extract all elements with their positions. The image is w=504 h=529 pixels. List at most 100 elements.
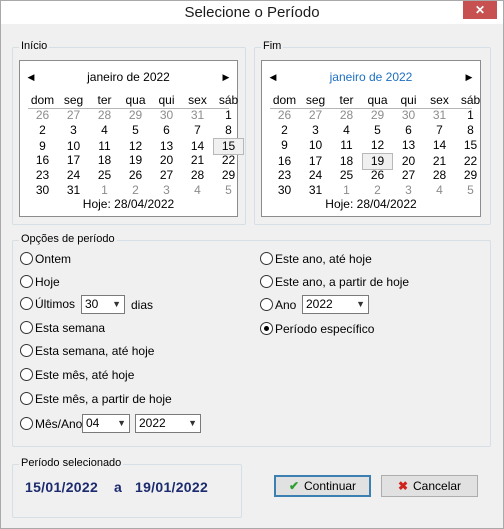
option-este-mes-a-partir[interactable]: Este mês, a partir de hoje (20, 390, 172, 408)
radio-icon[interactable] (20, 344, 33, 357)
close-icon[interactable]: ✕ (463, 1, 497, 19)
day-cell[interactable]: 17 (300, 154, 331, 169)
today-label[interactable]: Hoje: 28/04/2022 (20, 197, 237, 211)
day-cell[interactable]: 5 (455, 183, 486, 198)
next-month-icon[interactable]: ▶ (219, 69, 233, 85)
radio-icon[interactable] (260, 298, 273, 311)
day-cell[interactable]: 20 (393, 154, 424, 169)
option-esta-semana-ate-hoje[interactable]: Esta semana, até hoje (20, 342, 154, 360)
day-cell[interactable]: 18 (331, 154, 362, 169)
day-cell[interactable]: 2 (120, 183, 151, 198)
day-cell[interactable]: 5 (362, 123, 393, 138)
day-cell[interactable]: 25 (331, 168, 362, 183)
radio-icon[interactable] (20, 321, 33, 334)
day-cell[interactable]: 4 (331, 123, 362, 138)
day-cell[interactable]: 31 (58, 183, 89, 198)
day-cell[interactable]: 31 (300, 183, 331, 198)
day-cell[interactable]: 11 (331, 138, 362, 153)
day-cell[interactable]: 25 (89, 168, 120, 183)
day-cell[interactable]: 4 (424, 183, 455, 198)
day-cell[interactable]: 21 (182, 153, 213, 168)
day-cell[interactable]: 10 (58, 139, 89, 154)
day-cell[interactable]: 29 (455, 168, 486, 183)
day-cell[interactable]: 28 (182, 168, 213, 183)
day-cell[interactable]: 2 (269, 123, 300, 138)
day-cell[interactable]: 31 (182, 108, 213, 123)
day-cell[interactable]: 1 (455, 108, 486, 123)
day-cell[interactable]: 17 (58, 153, 89, 168)
option-este-mes-ate-hoje[interactable]: Este mês, até hoje (20, 366, 134, 384)
day-cell[interactable]: 16 (269, 154, 300, 169)
day-cell[interactable]: 15 (455, 138, 486, 153)
day-cell[interactable]: 29 (362, 108, 393, 123)
day-cell[interactable]: 30 (393, 108, 424, 123)
day-cell[interactable]: 5 (120, 123, 151, 138)
day-cell[interactable]: 24 (58, 168, 89, 183)
day-cell[interactable]: 12 (120, 139, 151, 154)
radio-icon[interactable] (20, 275, 33, 288)
start-calendar[interactable]: ◀ janeiro de 2022 ▶ dom seg ter qua qui sex sá… (19, 60, 244, 217)
option-este-ano-ate-hoje[interactable]: Este ano, até hoje (260, 250, 372, 268)
day-cell[interactable]: 26 (362, 168, 393, 183)
day-cell[interactable]: 27 (58, 108, 89, 123)
day-cell[interactable]: 30 (151, 108, 182, 123)
day-cell[interactable]: 22 (455, 154, 486, 169)
month-label[interactable]: janeiro de 2022 (20, 70, 237, 84)
day-cell[interactable]: 4 (182, 183, 213, 198)
day-cell[interactable]: 30 (269, 183, 300, 198)
day-cell[interactable]: 29 (213, 168, 244, 183)
day-cell[interactable]: 8 (455, 123, 486, 138)
day-cell[interactable]: 1 (331, 183, 362, 198)
mes-select[interactable]: 04 ▼ (82, 414, 130, 433)
radio-icon[interactable] (260, 322, 273, 335)
day-cell[interactable]: 13 (393, 138, 424, 153)
day-cell[interactable]: 14 (182, 139, 213, 154)
day-cell[interactable]: 23 (27, 168, 58, 183)
day-cell[interactable]: 27 (393, 168, 424, 183)
ultimos-days-select[interactable]: 30 ▼ (81, 295, 125, 314)
day-cell[interactable]: 7 (182, 123, 213, 138)
day-cell[interactable]: 14 (424, 138, 455, 153)
day-cell[interactable]: 26 (269, 108, 300, 123)
day-cell[interactable]: 20 (151, 153, 182, 168)
radio-icon[interactable] (20, 392, 33, 405)
day-cell[interactable]: 22 (213, 153, 244, 168)
day-cell[interactable]: 7 (424, 123, 455, 138)
day-cell[interactable]: 28 (89, 108, 120, 123)
radio-icon[interactable] (260, 275, 273, 288)
end-calendar[interactable]: ◀ janeiro de 2022 ▶ dom seg ter qua qui sex sá… (261, 60, 481, 217)
day-cell[interactable]: 2 (27, 123, 58, 138)
ano-select[interactable]: 2022 ▼ (302, 295, 369, 314)
day-cell[interactable]: 21 (424, 154, 455, 169)
day-cell[interactable]: 16 (27, 153, 58, 168)
day-cell[interactable]: 19 (120, 153, 151, 168)
day-cell[interactable]: 5 (213, 183, 244, 198)
day-cell[interactable]: 27 (300, 108, 331, 123)
option-esta-semana[interactable]: Esta semana (20, 319, 105, 337)
day-cell[interactable]: 29 (120, 108, 151, 123)
mes-ano-year-select[interactable]: 2022 ▼ (135, 414, 201, 433)
day-cell[interactable]: 3 (393, 183, 424, 198)
day-cell[interactable]: 4 (89, 123, 120, 138)
option-hoje[interactable]: Hoje (20, 273, 60, 291)
day-cell[interactable]: 26 (27, 108, 58, 123)
option-ultimos[interactable]: Últimos (20, 295, 75, 313)
day-cell[interactable]: 9 (269, 138, 300, 153)
option-este-ano-a-partir[interactable]: Este ano, a partir de hoje (260, 273, 409, 291)
day-cell[interactable]: 12 (362, 138, 393, 153)
day-cell[interactable]: 28 (424, 168, 455, 183)
day-cell[interactable]: 18 (89, 153, 120, 168)
day-cell[interactable]: 6 (151, 123, 182, 138)
radio-icon[interactable] (20, 417, 33, 430)
day-cell[interactable]: 31 (424, 108, 455, 123)
day-cell[interactable]: 6 (393, 123, 424, 138)
day-cell[interactable]: 3 (300, 123, 331, 138)
day-cell[interactable]: 10 (300, 138, 331, 153)
option-mes-ano[interactable]: Mês/Ano (20, 415, 82, 433)
radio-icon[interactable] (20, 252, 33, 265)
day-cell[interactable]: 1 (89, 183, 120, 198)
radio-icon[interactable] (20, 368, 33, 381)
month-label[interactable]: janeiro de 2022 (262, 70, 480, 84)
day-cell[interactable]: 9 (27, 139, 58, 154)
radio-icon[interactable] (260, 252, 273, 265)
